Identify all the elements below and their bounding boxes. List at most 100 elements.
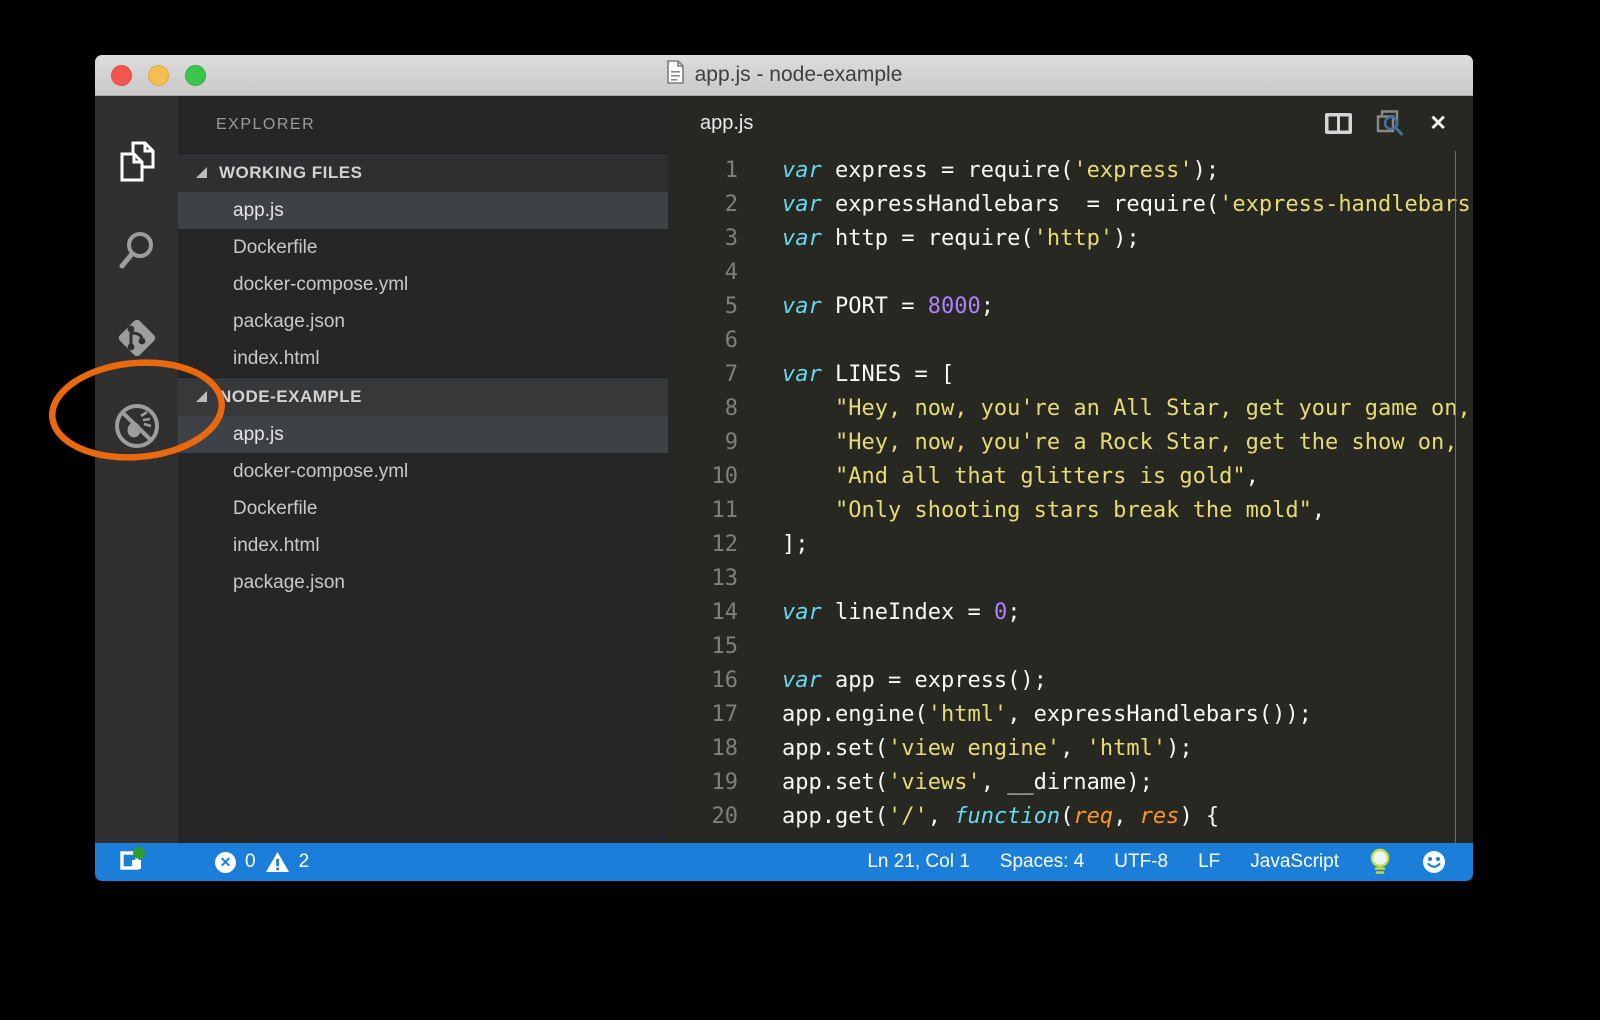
code-line: 14var lineIndex = 0;	[668, 596, 1473, 630]
line-number: 4	[668, 256, 738, 290]
line-number: 5	[668, 290, 738, 324]
activity-bar	[95, 96, 178, 843]
tab-appjs[interactable]: app.js	[700, 112, 753, 135]
extension-status-icon[interactable]	[119, 845, 149, 879]
window-title: app.js - node-example	[695, 63, 903, 87]
code-text: app.set('views', __dirname);	[738, 766, 1153, 800]
search-icon[interactable]	[95, 206, 178, 294]
code-text: var express = require('express');	[738, 154, 1219, 188]
code-text	[738, 562, 782, 596]
code-line: 10 "And all that glitters is gold",	[668, 460, 1473, 494]
code-line: 19app.set('views', __dirname);	[668, 766, 1473, 800]
title-bar: app.js - node-example	[95, 55, 1473, 96]
section-label: WORKING FILES	[219, 163, 362, 183]
file-item-app-js[interactable]: app.js	[178, 416, 668, 453]
code-line: 16var app = express();	[668, 664, 1473, 698]
problems-indicator[interactable]: ✕ 0 2	[215, 851, 309, 873]
code-text: "Hey, now, you're a Rock Star, get the s…	[738, 426, 1458, 460]
split-editor-icon[interactable]	[1325, 113, 1352, 134]
error-count: 0	[245, 851, 256, 873]
file-item-dockerfile[interactable]: Dockerfile	[178, 490, 668, 527]
minimize-window-button[interactable]	[148, 65, 169, 86]
language-mode[interactable]: JavaScript	[1250, 851, 1339, 873]
code-area[interactable]: 1var express = require('express');2var e…	[668, 151, 1473, 843]
line-number: 15	[668, 630, 738, 664]
screenshot-stage: app.js - node-example	[0, 0, 1600, 1020]
code-line: 8 "Hey, now, you're an All Star, get you…	[668, 392, 1473, 426]
line-number: 19	[668, 766, 738, 800]
code-line: 11 "Only shooting stars break the mold",	[668, 494, 1473, 528]
code-line: 7var LINES = [	[668, 358, 1473, 392]
line-number: 14	[668, 596, 738, 630]
explorer-title: EXPLORER	[178, 96, 668, 153]
line-number: 17	[668, 698, 738, 732]
code-text	[738, 324, 782, 358]
document-icon	[666, 60, 685, 90]
code-line: 17app.engine('html', expressHandlebars()…	[668, 698, 1473, 732]
cursor-position[interactable]: Ln 21, Col 1	[867, 851, 969, 873]
line-number: 9	[668, 426, 738, 460]
line-number: 10	[668, 460, 738, 494]
file-item-package-json[interactable]: package.json	[178, 564, 668, 601]
code-text: "Only shooting stars break the mold",	[738, 494, 1325, 528]
code-text	[738, 256, 782, 290]
encoding-setting[interactable]: UTF-8	[1114, 851, 1168, 873]
code-line: 15	[668, 630, 1473, 664]
code-text: var lineIndex = 0;	[738, 596, 1020, 630]
code-line: 4	[668, 256, 1473, 290]
file-item-package-json[interactable]: package.json	[178, 303, 668, 340]
line-number: 11	[668, 494, 738, 528]
code-line: 1var express = require('express');	[668, 154, 1473, 188]
editor-pane[interactable]: app.js	[668, 96, 1473, 843]
code-text: var app = express();	[738, 664, 1047, 698]
eol-setting[interactable]: LF	[1198, 851, 1220, 873]
file-item-docker-compose-yml[interactable]: docker-compose.yml	[178, 266, 668, 303]
file-item-dockerfile[interactable]: Dockerfile	[178, 229, 668, 266]
traffic-lights	[111, 55, 206, 95]
code-text: app.engine('html', expressHandlebars());	[738, 698, 1312, 732]
code-text: var http = require('http');	[738, 222, 1140, 256]
lightbulb-icon[interactable]	[1369, 847, 1391, 877]
line-number: 12	[668, 528, 738, 562]
error-icon: ✕	[215, 852, 236, 873]
line-number: 20	[668, 800, 738, 834]
warning-icon	[265, 851, 290, 873]
code-line: 13	[668, 562, 1473, 596]
files-icon[interactable]	[95, 118, 178, 206]
editor-ruler	[1455, 151, 1456, 843]
collapse-triangle-icon	[196, 391, 207, 402]
code-text: ];	[738, 528, 809, 562]
file-item-index-html[interactable]: index.html	[178, 340, 668, 377]
line-number: 3	[668, 222, 738, 256]
code-text: "Hey, now, you're an All Star, get your …	[738, 392, 1471, 426]
file-item-docker-compose-yml[interactable]: docker-compose.yml	[178, 453, 668, 490]
code-line: 20app.get('/', function(req, res) {	[668, 800, 1473, 834]
git-icon[interactable]	[95, 294, 178, 382]
line-number: 7	[668, 358, 738, 392]
code-text: app.set('view engine', 'html');	[738, 732, 1193, 766]
zoom-window-button[interactable]	[185, 65, 206, 86]
code-line: 12];	[668, 528, 1473, 562]
line-number: 18	[668, 732, 738, 766]
status-bar: ✕ 0 2 Ln 21, Col 1 Spaces: 4 UTF-8	[95, 843, 1473, 881]
line-number: 16	[668, 664, 738, 698]
code-line: 2var expressHandlebars = require('expres…	[668, 188, 1473, 222]
vscode-window: app.js - node-example	[95, 55, 1473, 881]
file-item-app-js[interactable]: app.js	[178, 192, 668, 229]
warning-count: 2	[299, 851, 310, 873]
code-text: var PORT = 8000;	[738, 290, 994, 324]
explorer-sections: WORKING FILESapp.jsDockerfiledocker-comp…	[178, 153, 668, 601]
section-header-node-example[interactable]: NODE-EXAMPLE	[178, 377, 668, 416]
debug-icon[interactable]	[95, 382, 178, 470]
section-header-working-files[interactable]: WORKING FILES	[178, 153, 668, 192]
close-icon[interactable]: ✕	[1429, 113, 1447, 134]
code-text: var expressHandlebars = require('express…	[738, 188, 1471, 222]
open-preview-icon[interactable]	[1376, 110, 1405, 137]
line-number: 8	[668, 392, 738, 426]
close-window-button[interactable]	[111, 65, 132, 86]
code-line: 6	[668, 324, 1473, 358]
smiley-icon[interactable]	[1421, 849, 1447, 875]
file-item-index-html[interactable]: index.html	[178, 527, 668, 564]
indentation-setting[interactable]: Spaces: 4	[1000, 851, 1085, 873]
code-line: 18app.set('view engine', 'html');	[668, 732, 1473, 766]
